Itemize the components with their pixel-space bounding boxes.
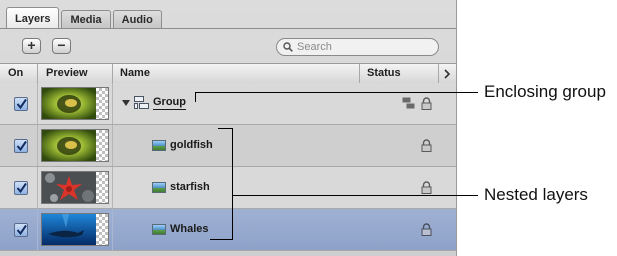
lock-icon[interactable] <box>421 181 432 194</box>
layer-row-goldfish[interactable]: goldfish <box>0 125 456 167</box>
checkmark-icon <box>16 140 27 152</box>
remove-layer-button[interactable]: − <box>52 38 71 54</box>
layer-row-group[interactable]: Group <box>0 83 456 125</box>
annotation-line <box>195 92 478 93</box>
visibility-checkbox[interactable] <box>14 97 28 111</box>
cell-divider <box>37 209 38 250</box>
layer-row-starfish[interactable]: starfish <box>0 167 456 209</box>
annotation-enclosing-group: Enclosing group <box>484 82 606 101</box>
column-on[interactable]: On <box>0 64 38 83</box>
column-name[interactable]: Name <box>113 64 360 83</box>
annotation-nested-layers: Nested layers <box>484 185 588 204</box>
lock-icon[interactable] <box>421 223 432 236</box>
layer-icon <box>152 182 166 193</box>
layer-icon <box>152 224 166 235</box>
preview-thumbnail <box>41 213 109 246</box>
search-field[interactable]: Search <box>276 38 439 56</box>
annotation-bracket <box>232 128 233 240</box>
column-header: On Preview Name Status <box>0 63 456 84</box>
preview-thumbnail <box>41 171 109 204</box>
tab-bar: Layers Media Audio <box>6 7 164 29</box>
starfish-preview-image <box>42 172 96 203</box>
layer-row-whales[interactable]: Whales <box>0 209 456 251</box>
tab-media[interactable]: Media <box>61 10 111 29</box>
checkmark-icon <box>16 182 27 194</box>
cell-divider <box>37 83 38 124</box>
goldfish-preview-image <box>42 88 96 119</box>
layer-name[interactable]: goldfish <box>170 137 213 153</box>
annotation-bracket <box>210 239 233 240</box>
cell-divider <box>112 209 113 250</box>
checkmark-icon <box>16 98 27 110</box>
visibility-checkbox[interactable] <box>14 139 28 153</box>
layer-name[interactable]: starfish <box>170 179 210 195</box>
preview-thumbnail <box>41 129 109 162</box>
cell-divider <box>37 125 38 166</box>
cell-divider <box>37 167 38 208</box>
tab-divider <box>0 28 456 29</box>
column-status[interactable]: Status <box>360 64 439 83</box>
whales-preview-image <box>42 214 96 245</box>
group-icon <box>134 96 149 109</box>
group-status-icon <box>402 97 415 109</box>
annotation-line <box>232 195 478 196</box>
layer-name[interactable]: Group <box>153 95 186 110</box>
tab-layers[interactable]: Layers <box>6 7 60 29</box>
tab-audio[interactable]: Audio <box>112 10 162 29</box>
cell-divider <box>112 167 113 208</box>
cell-divider <box>112 125 113 166</box>
search-icon <box>283 42 293 52</box>
add-layer-button[interactable]: + <box>22 38 41 54</box>
disclosure-triangle-icon[interactable] <box>122 99 130 107</box>
layer-name[interactable]: Whales <box>170 221 209 237</box>
lock-icon[interactable] <box>421 139 432 152</box>
goldfish-preview-image <box>42 130 96 161</box>
search-placeholder: Search <box>297 41 332 53</box>
layer-icon <box>152 140 166 151</box>
chevron-right-icon <box>444 69 451 79</box>
column-preview[interactable]: Preview <box>38 64 113 83</box>
annotation-bracket <box>218 128 233 129</box>
cell-divider <box>112 83 113 124</box>
lock-icon[interactable] <box>421 97 432 110</box>
preview-thumbnail <box>41 87 109 120</box>
visibility-checkbox[interactable] <box>14 223 28 237</box>
annotation-line <box>195 92 196 102</box>
visibility-checkbox[interactable] <box>14 181 28 195</box>
checkmark-icon <box>16 224 27 236</box>
column-more[interactable] <box>439 64 456 83</box>
